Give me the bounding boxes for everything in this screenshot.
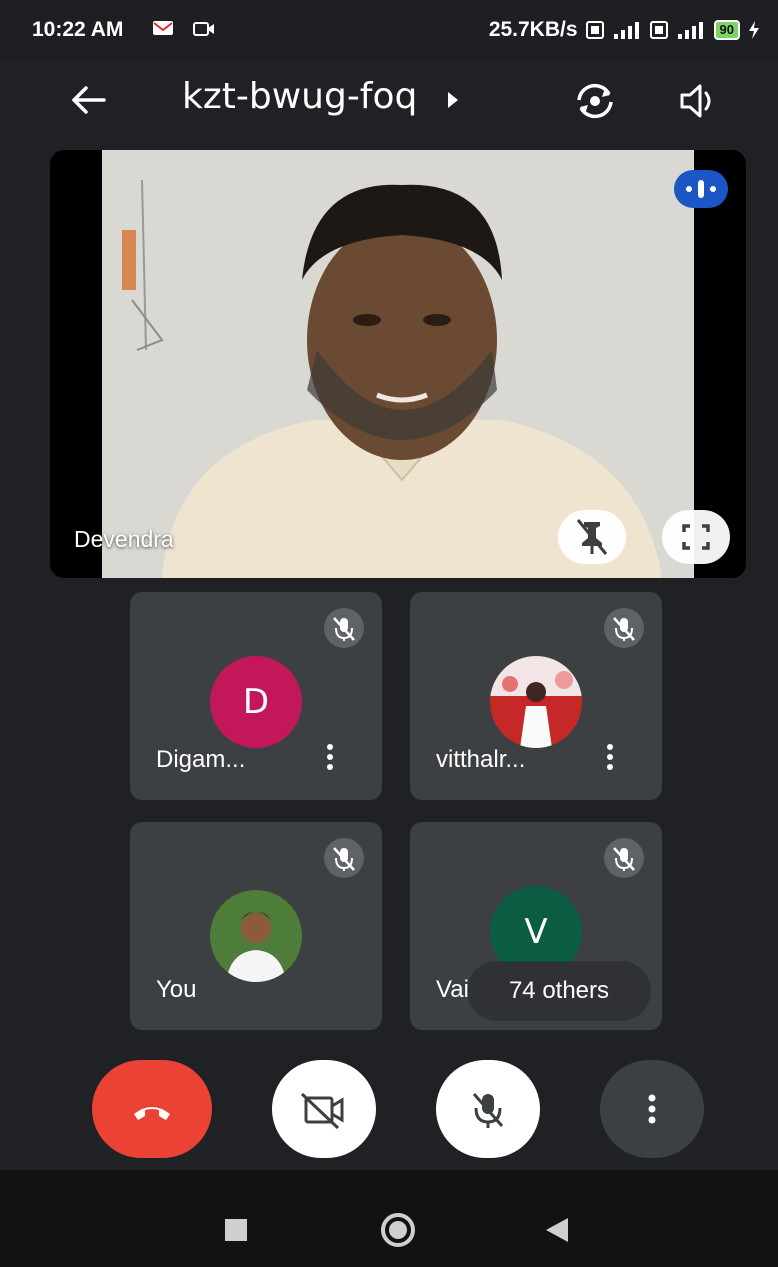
avatar: D [210,656,302,748]
participant-name: Vai [436,976,469,1003]
fullscreen-button[interactable] [662,510,730,564]
volte-icon [649,21,668,39]
profile-photo-image [210,890,302,982]
end-call-button[interactable] [92,1060,212,1158]
status-right-group: 25.7KB/s 90 [489,18,760,42]
camera-off-icon [300,1092,344,1130]
avatar [210,890,302,982]
participant-tile[interactable]: You [130,822,382,1030]
more-vert-icon[interactable] [324,744,336,774]
more-options-button[interactable] [600,1060,704,1158]
participant-name: Digam... [156,746,246,773]
chevron-right-icon[interactable] [448,92,458,108]
status-time: 10:22 AM [32,18,124,41]
signal-icon [677,22,703,39]
back-nav-icon[interactable] [544,1216,570,1244]
home-icon[interactable] [378,1210,418,1250]
mic-off-icon [324,608,364,648]
gmail-icon [153,21,173,35]
participant-tile[interactable]: D Digam... [130,592,382,800]
participant-tile[interactable]: vitthalr... [410,592,662,800]
speaker-icon[interactable] [676,78,722,124]
more-vert-icon[interactable] [604,744,616,774]
battery-icon: 90 [713,20,740,40]
others-count-pill[interactable]: 74 others [468,962,650,1020]
pin-button[interactable] [558,510,626,564]
mic-off-icon [604,838,644,878]
participant-name: vitthalr... [436,746,526,773]
status-bar: 10:22 AM 25.7KB/s 90 [0,0,778,62]
charging-icon [749,21,759,39]
main-participant-name: Devendra [74,526,174,552]
more-vert-icon [648,1094,656,1124]
mic-off-icon [472,1093,504,1128]
participant-name: You [156,976,197,1003]
system-nav-bar [0,1170,778,1267]
avatar [490,656,582,748]
meeting-code[interactable]: kzt-bwug-foq [182,76,417,117]
speaking-indicator-icon [674,170,728,208]
mic-off-icon [604,608,644,648]
pin-icon [576,519,608,555]
volte-icon [585,21,604,39]
back-arrow-icon[interactable] [66,78,110,122]
signal-4g-icon [613,22,639,39]
recents-icon[interactable] [224,1218,248,1242]
meeting-app-bar: kzt-bwug-foq [0,62,778,140]
profile-photo-image [490,656,582,748]
camera-toggle-button[interactable] [272,1060,376,1158]
end-call-icon [134,1107,170,1120]
network-speed: 25.7KB/s [488,18,578,41]
mic-off-icon [324,838,364,878]
switch-camera-icon[interactable] [570,76,620,126]
video-record-icon [193,22,214,36]
fullscreen-icon [682,524,710,550]
main-video-tile[interactable]: Devendra [50,150,746,578]
mic-toggle-button[interactable] [436,1060,540,1158]
